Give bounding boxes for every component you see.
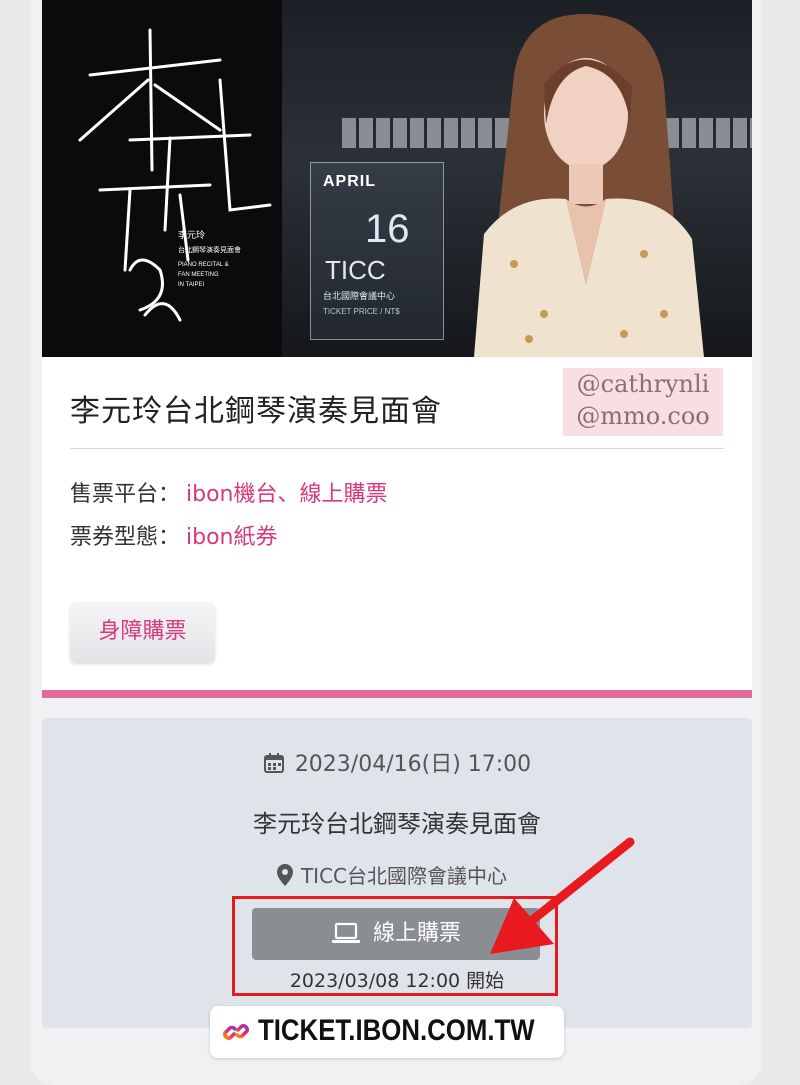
banner-venue-en: TICC [325,255,386,285]
banner-subtitle-en-2: FAN MEETING [178,272,219,278]
handle-mmo-coo: @mmo.coo [576,402,710,430]
artist-calligraphy-logo: 李元玲 台北鋼琴演奏見面會 PIANO RECITAL & FAN MEETIN… [78,28,272,322]
banner-date-box: APRIL 16 TICC 台北國際會議中心 TICKET PRICE / NT… [310,162,444,340]
banner-subtitle-en-3: IN TAIPEI [178,282,204,288]
banner-price-note: TICKET PRICE / NT$ [323,307,400,316]
event-banner: 李元玲 台北鋼琴演奏見面會 PIANO RECITAL & FAN MEETIN… [42,0,752,357]
banner-subtitle-zh: 台北鋼琴演奏見面會 [178,245,241,254]
sales-platform-value: ibon機台、線上購票 [186,482,388,507]
ticket-type-value: ibon紙券 [186,525,278,550]
title-divider [70,448,724,449]
ticket-type-label: 票券型態： [70,525,181,550]
session-datetime-row: 2023/04/16(日) 17:00 [42,746,752,778]
url-text: TICKET.IBON.COM.TW [258,1014,535,1047]
event-title: 李元玲台北鋼琴演奏見面會 [70,394,442,429]
calendar-icon [263,753,284,773]
accessible-ticket-button[interactable]: 身障購票 [70,602,215,662]
banner-month: APRIL [323,173,376,190]
banner-venue-zh: 台北國際會議中心 [323,292,396,302]
url-sticker[interactable]: TICKET.IBON.COM.TW [210,1006,564,1058]
banner-artist-name: 李元玲 [178,229,205,241]
social-handles-sticker: @cathrynli @mmo.coo [563,368,723,436]
handle-cathrynli: @cathrynli [576,370,710,398]
pink-divider-bar [42,690,752,698]
session-datetime: 2023/04/16(日) 17:00 [294,752,532,777]
red-arrow-icon [490,837,635,954]
location-pin-icon [276,864,293,886]
sales-platform-label: 售票平台： [70,482,181,507]
artist-portrait [474,14,704,357]
session-venue-row: TICC台北國際會議中心 [42,860,752,889]
session-title: 李元玲台北鋼琴演奏見面會 [253,810,541,838]
ticket-type-row: 票券型態： ibon紙券 [70,519,278,551]
event-card: 李元玲 台北鋼琴演奏見面會 PIANO RECITAL & FAN MEETIN… [42,0,752,698]
sales-platform-row: 售票平台： ibon機台、線上購票 [70,476,388,508]
banner-subtitle-en-1: PIANO RECITAL & [178,262,229,268]
banner-day: 16 [365,207,410,251]
link-icon [223,1024,249,1040]
